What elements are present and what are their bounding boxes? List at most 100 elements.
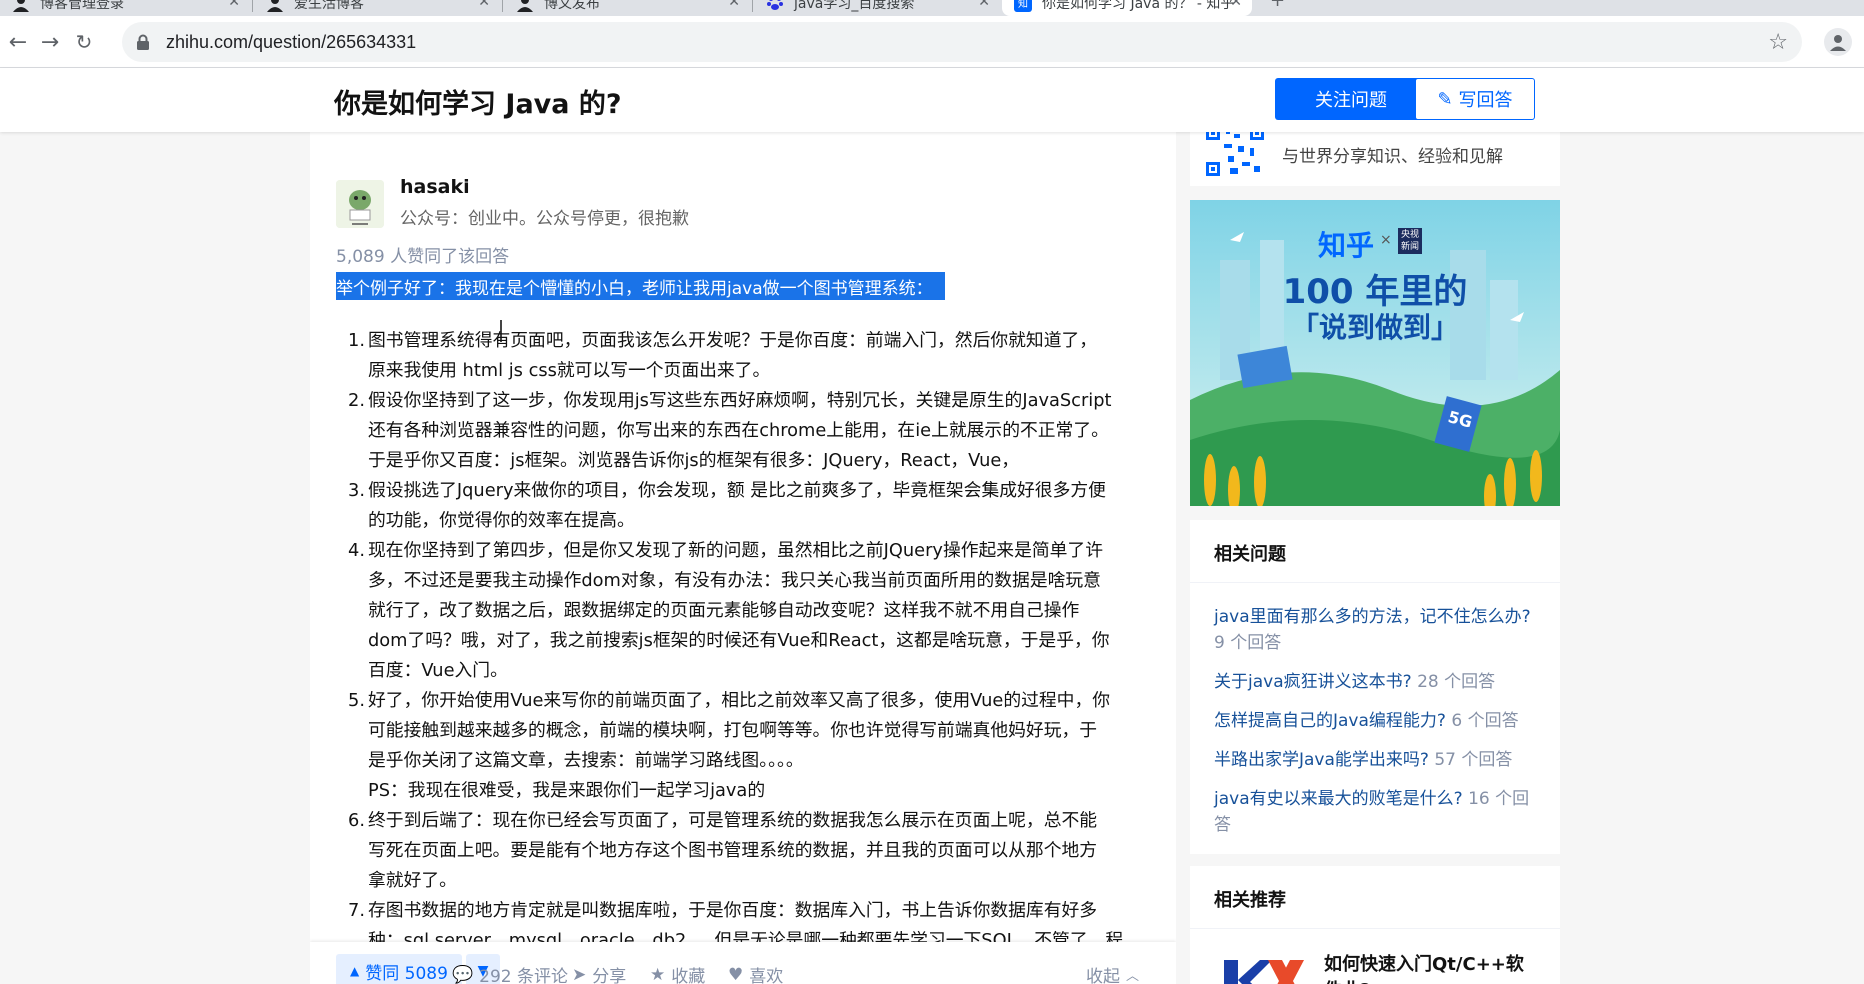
lock-icon (137, 34, 149, 50)
course-thumbnail-icon[interactable] (1224, 952, 1304, 984)
comments-button[interactable]: 💬 292 条评论 (452, 962, 568, 984)
list-number: 5. (348, 690, 365, 711)
voters-count[interactable]: 5,089 人赞同了该回答 (336, 242, 509, 267)
promo-banner-illustration (1190, 200, 1560, 506)
answer-line: 的功能，你觉得你的效率在提高。 (368, 510, 635, 531)
page-title: 你是如何学习 Java 的? (334, 89, 622, 120)
url-text: zhihu.com/question/265634331 (166, 31, 417, 52)
answer-line: 原来我使用 html js css就可以写一个页面出来了。 (368, 360, 771, 381)
related-question-item[interactable]: 半路出家学Java能学出来吗? 57 个回答 (1214, 747, 1538, 773)
banner-brand: 知乎 (1318, 229, 1375, 262)
back-arrow-icon[interactable]: ← (4, 28, 32, 56)
pencil-icon: ✎ (1437, 88, 1453, 110)
answer-line: 终于到后端了：现在你已经会写页面了，可是管理系统的数据我怎么展示在页面上呢，总不… (368, 810, 1098, 831)
favorite-button[interactable]: ★ 收藏 (650, 962, 705, 984)
bookmark-star-icon[interactable]: ☆ (1768, 30, 1788, 55)
question-header: 你是如何学习 Java 的? 关注问题 ✎ 写回答 (0, 68, 1864, 132)
browser-tab-3[interactable]: 博文发布 ✕ (504, 0, 750, 16)
banner-times: × (1380, 232, 1392, 248)
related-question-item[interactable]: java有史以来最大的败笔是什么? 16 个回答 (1214, 786, 1538, 838)
banner-line2: 「说到做到」 (1290, 311, 1459, 344)
author-name[interactable]: hasaki (400, 176, 470, 198)
list-number: 3. (348, 480, 365, 501)
browser-tab-strip: 博客管理登录 ✕ 爱生活博客 ✕ 博文发布 ✕ java学习_百度搜索 ✕ 知 … (0, 0, 1864, 16)
user-silhouette-icon (13, 0, 29, 12)
author-bio: 公众号：创业中。公众号停更，很抱歉 (400, 209, 689, 229)
divider (1190, 928, 1560, 929)
close-icon[interactable]: ✕ (478, 0, 490, 10)
answer-list-item: 2. 假设你坚持到了这一步，你发现用js写这些东西好麻烦啊，特别冗长，关键是原生的… (348, 386, 1148, 476)
comments-label: 292 条评论 (479, 967, 569, 984)
related-question-item[interactable]: 关于java疯狂讲义这本书? 28 个回答 (1214, 669, 1538, 695)
new-tab-button[interactable]: + (1256, 0, 1296, 16)
browser-tab-active[interactable]: 知 你是如何学习 Java 的？ - 知乎 ✕ (1002, 0, 1252, 16)
close-icon[interactable]: ✕ (978, 0, 990, 10)
related-question-link[interactable]: 怎样提高自己的Java编程能力? (1214, 711, 1446, 731)
answer-count: 6 个回答 (1451, 711, 1519, 731)
zhihu-icon: 知 (1014, 0, 1032, 12)
tab-title: 爱生活博客 (294, 0, 364, 12)
answer-card: hasaki 公众号：创业中。公众号停更，很抱歉 5,089 人赞同了该回答 举… (310, 110, 1176, 984)
browser-tab-2[interactable]: 爱生活博客 ✕ (254, 0, 500, 16)
related-question-link[interactable]: 半路出家学Java能学出来吗? (1214, 750, 1429, 770)
related-question-item[interactable]: java里面有那么多的方法，记不住怎么办? 9 个回答 (1214, 604, 1538, 656)
answer-line: 写死在页面上吧。要是能有个地方存这个图书管理系统的数据，并且我的页面可以从那个地… (368, 840, 1098, 861)
related-question-link[interactable]: java有史以来最大的败笔是什么? (1214, 789, 1463, 809)
recommend-item-title[interactable]: 如何快速入门Qt/C++软件业? (1324, 952, 1540, 984)
triangle-up-icon: ▲ (350, 964, 360, 978)
list-number: 4. (348, 540, 365, 561)
answer-line: PS：我现在很难受，我是来跟你们一起学习java的 (368, 780, 766, 801)
answer-count: 28 个回答 (1417, 672, 1496, 692)
answer-line: 现在你坚持到了第四步，但是你又发现了新的问题，虽然相比之前JQuery操作起来是… (368, 540, 1103, 561)
baidu-paw-icon (767, 0, 783, 10)
write-answer-button[interactable]: ✎ 写回答 (1415, 78, 1535, 120)
collapse-label: 收起 (1086, 967, 1120, 984)
related-question-item[interactable]: 怎样提高自己的Java编程能力? 6 个回答 (1214, 708, 1538, 734)
answer-line: 图书管理系统得有页面吧，页面我该怎么开发呢？于是你百度：前端入门，然后你就知道了… (368, 330, 1098, 351)
avatar[interactable] (336, 180, 384, 228)
chevron-up-icon: ︿ (1126, 969, 1140, 984)
related-questions-list: java里面有那么多的方法，记不住怎么办? 9 个回答 关于java疯狂讲义这本… (1214, 604, 1538, 851)
list-number: 1. (348, 330, 365, 351)
like-button[interactable]: ♥ 喜欢 (728, 962, 783, 984)
answer-count: 9 个回答 (1214, 633, 1282, 653)
favorite-label: 收藏 (671, 967, 706, 984)
answer-list-item: 3. 假设挑选了Jquery来做你的项目，你会发现，额 是比之前爽多了，毕竟框架会… (348, 476, 1148, 536)
share-button[interactable]: ➤ 分享 (572, 962, 626, 984)
tab-title: 博文发布 (544, 0, 600, 12)
forward-arrow-icon[interactable]: → (36, 28, 64, 56)
follow-question-button[interactable]: 关注问题 (1275, 78, 1427, 120)
answer-line: 存图书数据的地方肯定就是叫数据库啦，于是你百度：数据库入门，书上告诉你数据库有好… (368, 900, 1098, 921)
related-question-link[interactable]: 关于java疯狂讲义这本书? (1214, 672, 1412, 692)
answer-action-bar: ▲ 赞同 5089 ▼ 💬 292 条评论 ➤ 分享 ★ 收藏 ♥ 喜欢 收起 … (310, 942, 1176, 984)
svg-text:知: 知 (1018, 0, 1028, 10)
related-question-link[interactable]: java里面有那么多的方法，记不住怎么办? (1214, 607, 1531, 627)
upvote-button[interactable]: ▲ 赞同 5089 (336, 954, 462, 984)
plus-icon: + (1270, 0, 1286, 11)
profile-avatar-icon[interactable] (1824, 28, 1852, 56)
share-label: 分享 (592, 967, 627, 984)
user-silhouette-icon (267, 0, 283, 12)
upvote-label: 赞同 5089 (365, 963, 448, 984)
reload-icon[interactable]: ↻ (70, 28, 98, 56)
answer-line: 好了，你开始使用Vue来写你的前端页面了，相比之前效率又高了很多，使用Vue的过… (368, 690, 1111, 711)
answer-line: 拿就好了。 (368, 870, 457, 891)
close-icon[interactable]: ✕ (1230, 0, 1242, 10)
selected-text: 举个例子好了：我现在是个懵懂的小白，老师让我用java做一个图书管理系统： (336, 272, 945, 300)
close-icon[interactable]: ✕ (728, 0, 740, 10)
collapse-button[interactable]: 收起 ︿ (1086, 962, 1139, 984)
close-icon[interactable]: ✕ (228, 0, 240, 10)
qr-code-icon (1206, 126, 1264, 176)
user-silhouette-icon (517, 0, 533, 12)
address-bar[interactable]: zhihu.com/question/265634331 ☆ (122, 22, 1802, 62)
app-promo-text: 与世界分享知识、经验和见解 (1282, 147, 1503, 167)
answer-line: 假设挑选了Jquery来做你的项目，你会发现，额 是比之前爽多了，毕竟框架会集成… (368, 480, 1106, 501)
comment-bubble-icon: 💬 (452, 964, 474, 984)
browser-tab-4[interactable]: java学习_百度搜索 ✕ (754, 0, 1000, 16)
write-answer-label: 写回答 (1458, 90, 1513, 111)
promo-banner[interactable]: 知乎 × 央视新闻 100 年里的 「说到做到」 5G (1190, 200, 1560, 506)
divider (1190, 582, 1560, 583)
browser-toolbar: ← → ↻ zhihu.com/question/265634331 ☆ (0, 16, 1864, 68)
heart-icon: ♥ (728, 964, 744, 984)
browser-tab-1[interactable]: 博客管理登录 ✕ (0, 0, 250, 16)
